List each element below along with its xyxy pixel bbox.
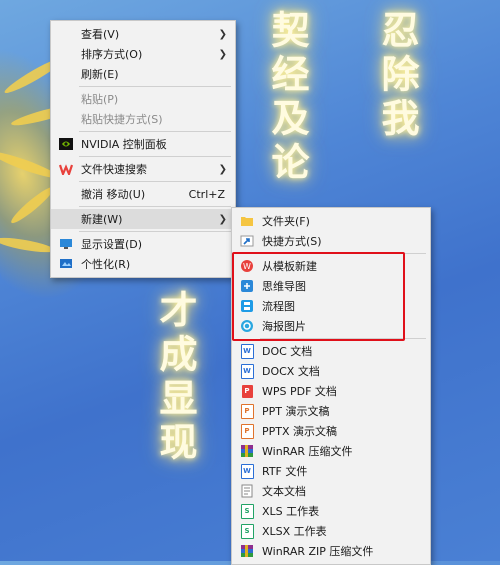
- new-item-winrar-zip[interactable]: WinRAR ZIP 压缩文件: [232, 541, 430, 561]
- menu-item-label: 文本文档: [262, 485, 306, 498]
- wps-icon: [59, 162, 73, 176]
- menu-separator: [79, 231, 231, 232]
- menu-item-label: 粘贴(P): [81, 93, 119, 106]
- menu-item-shortcut: Ctrl+Z: [188, 187, 225, 201]
- menu-item-display-settings[interactable]: 显示设置(D): [51, 234, 235, 254]
- new-item-doc[interactable]: W DOC 文档: [232, 341, 430, 361]
- winrar-zip-icon: [240, 544, 254, 558]
- chevron-right-icon: ❯: [218, 28, 227, 40]
- menu-item-label: XLSX 工作表: [262, 525, 327, 538]
- menu-item-label: PPT 演示文稿: [262, 405, 330, 418]
- menu-item-label: WPS PDF 文档: [262, 385, 337, 398]
- xls-icon: S: [240, 503, 254, 519]
- menu-item-label: WinRAR ZIP 压缩文件: [262, 545, 374, 558]
- txt-icon: [240, 484, 254, 498]
- nvidia-icon: [59, 137, 73, 151]
- menu-item-label: XLS 工作表: [262, 505, 320, 518]
- menu-item-paste-shortcut[interactable]: 粘贴快捷方式(S): [51, 109, 235, 129]
- menu-item-personalize[interactable]: 个性化(R): [51, 254, 235, 274]
- menu-item-refresh[interactable]: 刷新(E): [51, 64, 235, 84]
- display-icon: [59, 237, 73, 251]
- menu-item-label: 文件夹(F): [262, 215, 310, 228]
- menu-item-label: WinRAR 压缩文件: [262, 445, 353, 458]
- menu-separator: [79, 181, 231, 182]
- menu-item-label: 新建(W): [81, 213, 123, 226]
- new-item-shortcut[interactable]: 快捷方式(S): [232, 231, 430, 251]
- menu-separator: [79, 131, 231, 132]
- menu-item-label: 刷新(E): [81, 68, 119, 81]
- menu-separator: [79, 86, 231, 87]
- menu-item-label: 查看(V): [81, 28, 120, 41]
- pdf-icon: P: [240, 384, 254, 398]
- winrar-icon: [240, 444, 254, 458]
- new-item-docx[interactable]: W DOCX 文档: [232, 361, 430, 381]
- chevron-right-icon: ❯: [218, 213, 227, 225]
- doc-icon: W: [240, 343, 254, 359]
- folder-icon: [240, 214, 254, 228]
- menu-item-paste[interactable]: 粘贴(P): [51, 89, 235, 109]
- chevron-right-icon: ❯: [218, 163, 227, 175]
- new-item-text[interactable]: 文本文档: [232, 481, 430, 501]
- menu-item-label: RTF 文件: [262, 465, 308, 478]
- menu-item-label: PPTX 演示文稿: [262, 425, 338, 438]
- new-item-xlsx[interactable]: S XLSX 工作表: [232, 521, 430, 541]
- menu-item-label: 显示设置(D): [81, 238, 143, 251]
- menu-item-label: 个性化(R): [81, 258, 131, 271]
- personalize-icon: [59, 257, 73, 271]
- menu-item-label: NVIDIA 控制面板: [81, 138, 167, 151]
- new-item-wps-pdf[interactable]: P WPS PDF 文档: [232, 381, 430, 401]
- menu-item-label: 文件快速搜索: [81, 163, 147, 176]
- menu-item-undo-move[interactable]: 撤消 移动(U) Ctrl+Z: [51, 184, 235, 204]
- new-item-rtf[interactable]: W RTF 文件: [232, 461, 430, 481]
- desktop-context-menu: 查看(V) ❯ 排序方式(O) ❯ 刷新(E) 粘贴(P) 粘贴快捷方式(S) …: [50, 20, 236, 278]
- menu-item-new[interactable]: 新建(W) ❯: [51, 209, 235, 229]
- shortcut-icon: [240, 234, 254, 248]
- menu-item-nvidia[interactable]: NVIDIA 控制面板: [51, 134, 235, 154]
- pptx-icon: P: [240, 423, 254, 439]
- calligraphy-column-3: 才成显现: [153, 290, 198, 466]
- new-item-winrar[interactable]: WinRAR 压缩文件: [232, 441, 430, 461]
- menu-item-label: DOC 文档: [262, 345, 313, 358]
- menu-item-sort[interactable]: 排序方式(O) ❯: [51, 44, 235, 64]
- menu-separator: [79, 206, 231, 207]
- new-item-pptx[interactable]: P PPTX 演示文稿: [232, 421, 430, 441]
- menu-item-quick-search[interactable]: 文件快速搜索 ❯: [51, 159, 235, 179]
- menu-item-label: 粘贴快捷方式(S): [81, 113, 163, 126]
- chevron-right-icon: ❯: [218, 48, 227, 60]
- rtf-icon: W: [240, 463, 254, 479]
- menu-item-label: 快捷方式(S): [262, 235, 322, 248]
- new-item-ppt[interactable]: P PPT 演示文稿: [232, 401, 430, 421]
- ppt-icon: P: [240, 403, 254, 419]
- menu-separator: [79, 156, 231, 157]
- xlsx-icon: S: [240, 523, 254, 539]
- menu-item-label: 排序方式(O): [81, 48, 143, 61]
- calligraphy-column-1: 契经及论: [265, 10, 310, 186]
- new-item-xls[interactable]: S XLS 工作表: [232, 501, 430, 521]
- new-item-folder[interactable]: 文件夹(F): [232, 211, 430, 231]
- calligraphy-column-2: 忍除我: [375, 10, 420, 142]
- menu-item-label: 撤消 移动(U): [81, 188, 146, 201]
- docx-icon: W: [240, 363, 254, 379]
- highlight-annotation-box: [232, 252, 405, 341]
- menu-item-view[interactable]: 查看(V) ❯: [51, 24, 235, 44]
- menu-item-label: DOCX 文档: [262, 365, 320, 378]
